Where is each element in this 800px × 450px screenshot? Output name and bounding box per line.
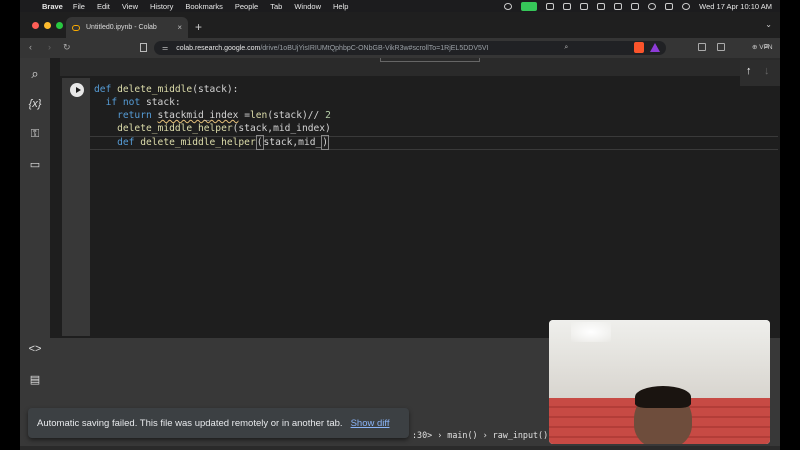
bluetooth-icon[interactable] [597, 2, 606, 10]
spotlight-icon[interactable] [648, 2, 657, 10]
site-settings-icon[interactable]: ⚌ [162, 44, 168, 52]
code-text: (stack): [192, 84, 239, 95]
zoom-icon[interactable]: ⌕ [564, 44, 568, 52]
app-menu-brave[interactable]: Brave [42, 2, 63, 11]
tab-title: Untitled0.ipynb - Colab [86, 24, 157, 31]
code-keyword: def [94, 84, 112, 95]
facetime-icon[interactable] [521, 1, 538, 11]
code-text: (stack)// [267, 110, 326, 121]
vpn-button[interactable]: ⊕ VPN [752, 43, 773, 51]
command-palette-icon[interactable]: ▤ [27, 371, 43, 387]
code-editor[interactable]: def delete_middle(stack): if not stack: … [94, 83, 331, 150]
search-icon[interactable]: ⌕ [27, 66, 43, 82]
control-center-icon[interactable] [665, 2, 674, 10]
macos-menubar: Brave File Edit View History Bookmarks P… [20, 0, 780, 12]
screen-icon[interactable] [563, 2, 572, 10]
code-bracket-close: ) [321, 135, 330, 150]
sidebar-toggle-icon[interactable] [698, 43, 706, 51]
code-function: delete_middle [117, 84, 193, 95]
new-tab-button[interactable]: + [195, 20, 202, 34]
reload-button[interactable]: ↻ [63, 42, 71, 53]
menu-file[interactable]: File [73, 2, 85, 11]
wallet-icon[interactable] [717, 43, 725, 51]
code-text: stack,mid_ [263, 137, 322, 148]
code-keyword: def [117, 137, 135, 148]
webcam-ceiling-light [571, 322, 611, 342]
tab-colab[interactable]: Untitled0.ipynb - Colab × [66, 17, 188, 38]
key-icon[interactable]: ⚿ [27, 126, 43, 142]
back-button[interactable]: ‹ [29, 42, 32, 52]
show-diff-link[interactable]: Show diff [351, 418, 390, 429]
brave-rewards-icon[interactable] [650, 43, 660, 52]
toast-message: Automatic saving failed. This file was u… [37, 417, 343, 429]
cell-toolbar: ↑ ↓ [740, 60, 780, 86]
previous-cell-strip [60, 58, 780, 76]
move-cell-up-icon[interactable]: ↑ [746, 65, 752, 77]
menu-edit[interactable]: Edit [97, 2, 110, 11]
bottom-strip [20, 446, 780, 450]
autosave-failed-toast: Automatic saving failed. This file was u… [28, 408, 409, 438]
variables-icon[interactable]: {x} [27, 96, 43, 112]
colab-favicon-icon [72, 24, 80, 31]
code-text: stack: [140, 97, 181, 108]
mute-icon[interactable] [580, 2, 589, 10]
code-function: delete_middle_helper [140, 137, 256, 148]
display-icon[interactable] [546, 2, 555, 10]
code-function: delete_middle_helper [117, 123, 233, 134]
code-squiggle-identifier: stackmid_index [157, 110, 239, 121]
cell-gutter [62, 78, 90, 336]
folder-icon[interactable]: ▭ [27, 156, 43, 172]
webcam-person-hair [635, 386, 691, 408]
tab-search-chevron-icon[interactable]: ⌄ [765, 20, 772, 29]
maximize-window-button[interactable] [56, 22, 63, 29]
code-function: len [249, 110, 268, 121]
minimize-window-button[interactable] [44, 22, 51, 29]
screen: Brave File Edit View History Bookmarks P… [0, 0, 800, 450]
tab-close-icon[interactable]: × [177, 23, 182, 32]
previous-cell-outline [380, 58, 480, 62]
code-snippets-icon[interactable]: <> [27, 341, 43, 357]
browser-toolbar: ‹ › ↻ ⚌ colab.research.google.com /drive… [20, 38, 780, 58]
address-bar[interactable]: ⚌ colab.research.google.com /drive/1oBUj… [154, 41, 666, 55]
menu-people[interactable]: People [235, 2, 258, 11]
code-text: (stack,mid_index) [232, 123, 331, 134]
browser-tabbar: Untitled0.ipynb - Colab × + ⌄ [20, 12, 780, 38]
close-window-button[interactable] [32, 22, 39, 29]
record-icon[interactable] [504, 2, 513, 10]
run-cell-button[interactable] [70, 83, 84, 97]
menu-window[interactable]: Window [294, 2, 321, 11]
url-path: /drive/1oBUjYisIRIUMtQphbpC-ONbGB-VikR3w… [260, 44, 489, 52]
clock[interactable]: Wed 17 Apr 10:10 AM [699, 2, 772, 11]
menu-bookmarks[interactable]: Bookmarks [185, 2, 223, 11]
code-cell[interactable]: def delete_middle(stack): if not stack: … [62, 78, 778, 336]
code-number: 2 [325, 110, 331, 121]
code-text: = [238, 110, 250, 121]
bookmark-icon[interactable] [140, 43, 147, 52]
menu-view[interactable]: View [122, 2, 138, 11]
menu-tab[interactable]: Tab [270, 2, 282, 11]
wifi-icon[interactable] [631, 2, 640, 10]
menu-help[interactable]: Help [333, 2, 348, 11]
notebook-area: def delete_middle(stack): if not stack: … [50, 58, 780, 338]
colab-sidebar: ⌕ {x} ⚿ ▭ <> ▤ [20, 58, 50, 450]
code-bracket: ( [255, 135, 264, 150]
webcam-overlay [549, 320, 770, 444]
move-cell-down-icon[interactable]: ↓ [764, 65, 770, 77]
code-keyword: if [105, 97, 118, 108]
battery-icon[interactable] [614, 2, 623, 10]
menu-icon[interactable]: ≡ [764, 41, 769, 51]
siri-icon[interactable] [682, 2, 691, 10]
window-controls [32, 22, 63, 29]
code-keyword: not [122, 97, 141, 108]
brave-shields-icon[interactable] [634, 42, 644, 53]
url-domain: colab.research.google.com [176, 44, 261, 52]
menu-history[interactable]: History [150, 2, 173, 11]
forward-button[interactable]: › [48, 42, 51, 52]
code-keyword: return [117, 110, 152, 121]
status-icons: Wed 17 Apr 10:10 AM [504, 1, 772, 11]
